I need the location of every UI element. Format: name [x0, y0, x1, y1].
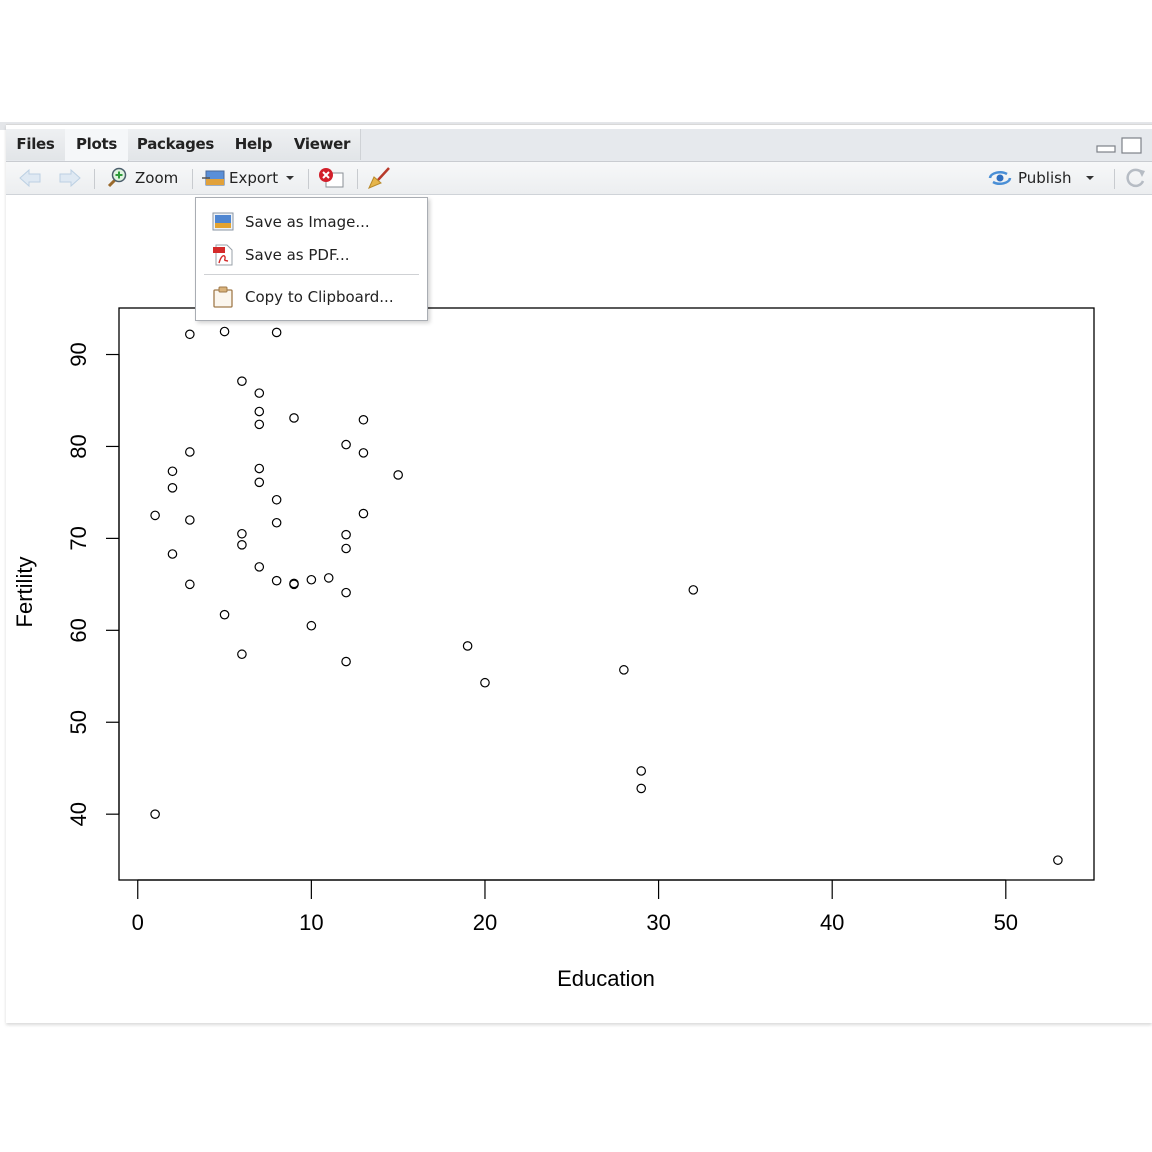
y-axis-label: Fertility — [12, 557, 37, 628]
data-point — [358, 508, 369, 519]
x-tick-label: 10 — [299, 910, 323, 935]
y-tick-label: 90 — [66, 342, 91, 366]
data-point — [306, 620, 317, 631]
menu-item-save-as-image[interactable]: Save as Image... — [196, 208, 427, 236]
data-point — [237, 649, 247, 660]
data-point — [254, 419, 265, 430]
data-point — [167, 549, 178, 559]
menu-item-label: Copy to Clipboard... — [245, 288, 394, 306]
clipboard-icon — [213, 286, 233, 308]
scatter-plot: 0 10 20 30 40 50 40 50 60 70 80 90 Education Ferti… — [12, 307, 1095, 991]
image-icon — [212, 212, 234, 231]
data-point — [358, 448, 369, 458]
y-tick-label: 60 — [66, 618, 91, 642]
data-point — [358, 414, 369, 425]
data-point — [306, 574, 317, 585]
data-point — [271, 327, 282, 338]
data-point — [167, 466, 178, 477]
data-point — [688, 585, 699, 595]
data-point — [219, 609, 230, 620]
pdf-icon — [213, 244, 233, 266]
data-point — [271, 494, 282, 505]
x-axis: 0 10 20 30 40 50 — [132, 879, 1018, 935]
x-tick-label: 50 — [994, 910, 1018, 935]
data-point — [341, 656, 351, 667]
menu-item-label: Save as Image... — [245, 213, 370, 231]
data-point — [271, 517, 282, 528]
menu-separator — [204, 274, 419, 275]
data-points — [150, 326, 1063, 865]
plot-frame — [118, 307, 1095, 881]
data-point — [254, 388, 265, 398]
data-point — [254, 477, 265, 488]
data-point — [254, 562, 265, 572]
menu-item-save-as-pdf[interactable]: Save as PDF... — [196, 241, 427, 269]
data-point — [271, 575, 282, 586]
x-tick-label: 30 — [646, 910, 670, 935]
data-point — [254, 463, 265, 474]
x-axis-label: Education — [557, 966, 655, 991]
y-axis: 40 50 60 70 80 90 — [66, 342, 120, 826]
data-point — [393, 470, 403, 480]
data-point — [480, 677, 490, 688]
y-tick-label: 70 — [66, 526, 91, 550]
data-point — [341, 543, 351, 554]
data-point — [185, 515, 195, 525]
menu-item-copy-to-clipboard[interactable]: Copy to Clipboard... — [196, 283, 427, 311]
x-tick-label: 0 — [132, 910, 144, 935]
data-point — [185, 329, 195, 340]
data-point — [323, 573, 334, 583]
y-tick-label: 40 — [66, 802, 91, 826]
data-point — [619, 665, 629, 675]
data-point — [636, 766, 647, 776]
data-point — [185, 447, 195, 457]
data-point — [167, 483, 178, 493]
data-point — [289, 413, 299, 423]
menu-item-label: Save as PDF... — [245, 246, 350, 264]
data-point — [341, 587, 351, 598]
y-tick-label: 50 — [66, 710, 91, 734]
data-point — [150, 809, 160, 819]
data-point — [237, 540, 247, 550]
y-tick-label: 80 — [66, 434, 91, 458]
data-point — [341, 439, 351, 450]
data-point — [237, 376, 247, 386]
data-point — [636, 783, 647, 794]
data-point — [1053, 855, 1063, 865]
data-point — [185, 579, 195, 590]
x-tick-label: 40 — [820, 910, 844, 935]
export-menu: Save as Image... Save as PDF... Copy to … — [195, 197, 428, 321]
data-point — [219, 326, 230, 337]
data-point — [341, 529, 351, 540]
data-point — [150, 510, 160, 521]
data-point — [254, 406, 265, 417]
data-point — [237, 528, 247, 539]
x-tick-label: 20 — [473, 910, 497, 935]
data-point — [462, 641, 473, 651]
